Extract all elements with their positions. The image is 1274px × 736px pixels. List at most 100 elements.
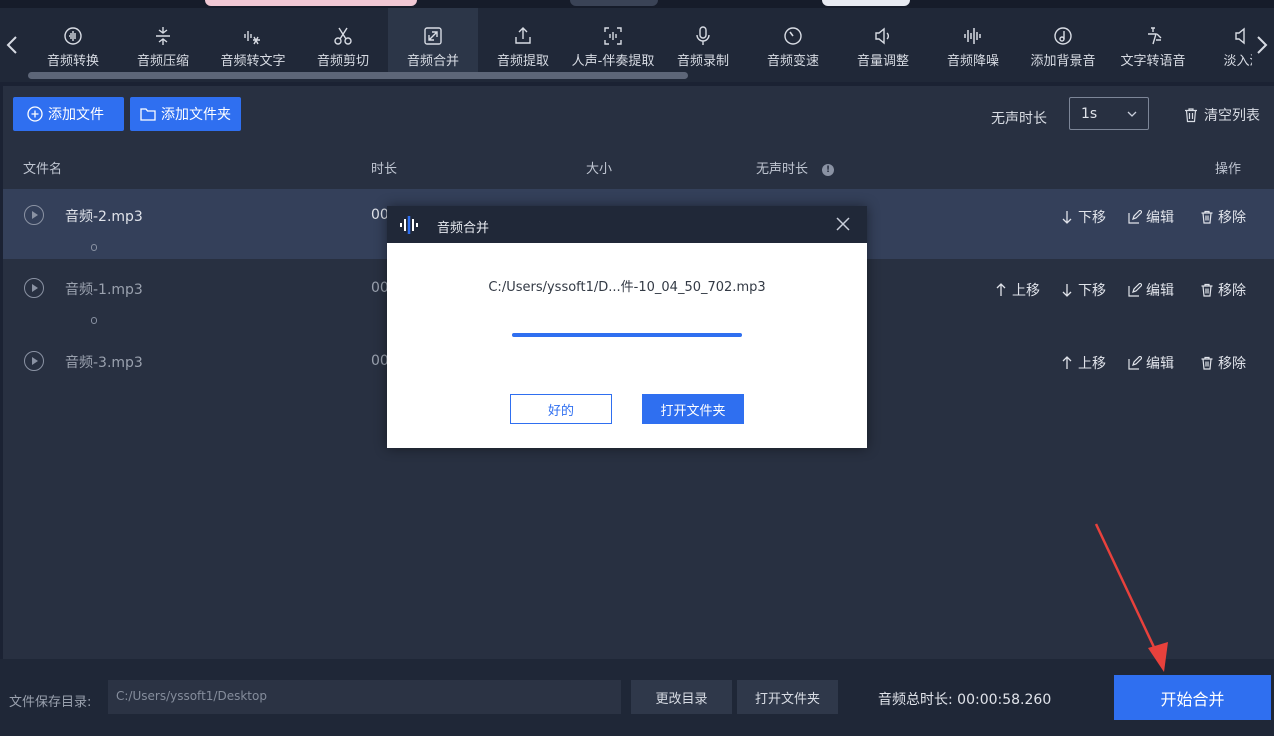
audio-convert-icon <box>64 27 82 45</box>
move-down-button[interactable]: 下移 <box>1060 207 1106 227</box>
tool-add-bgm[interactable]: 添加背景音 <box>1018 8 1108 74</box>
column-header-name: 文件名 <box>23 162 63 177</box>
edit-icon <box>1128 356 1142 370</box>
chevron-left-icon[interactable] <box>2 30 22 60</box>
file-name: 音频-2.mp3 <box>65 209 143 225</box>
dialog-title: 音频合并 <box>437 221 490 236</box>
silence-duration-select[interactable]: 1s <box>1069 97 1149 130</box>
output-file-path: C:/Users/yssoft1/D...件-10_04_50_702.mp3 <box>488 280 766 295</box>
voice-extract-icon <box>604 27 622 45</box>
tool-label: 音频变速 <box>766 54 819 69</box>
tool-audio-cut[interactable]: 音频剪切 <box>298 8 388 74</box>
progress-fill <box>512 333 742 337</box>
table-header: 文件名 时长 大小 无声时长! 操作 <box>3 144 1274 188</box>
total-duration-value: 00:00:58.260 <box>957 692 1052 708</box>
tool-noise-reduce[interactable]: 音频降噪 <box>928 8 1018 74</box>
add-folder-label: 添加文件夹 <box>161 107 231 123</box>
add-folder-button[interactable]: 添加文件夹 <box>130 97 241 131</box>
tool-audio-convert[interactable]: 音频转换 <box>28 8 118 74</box>
remove-label: 移除 <box>1218 283 1246 299</box>
trash-icon <box>1201 210 1213 224</box>
tool-text-to-speech[interactable]: 文字转语音 <box>1108 8 1198 74</box>
dialog-open-folder-button[interactable]: 打开文件夹 <box>642 394 744 424</box>
tool-audio-speed[interactable]: 音频变速 <box>748 8 838 74</box>
progress-bar <box>512 333 742 337</box>
tool-audio-merge[interactable]: 音频合并 <box>388 8 478 74</box>
tool-voice-extract[interactable]: 人声-伴奏提取 <box>568 8 658 74</box>
trash-icon <box>1201 283 1213 297</box>
tool-list: 音频转换 音频压缩 音频转文字 音频剪切 音频合并 音频提取 人声-伴奏提取 音… <box>28 8 1252 74</box>
column-header-size: 大小 <box>586 162 613 177</box>
gap-marker <box>91 244 97 251</box>
clear-list-button[interactable]: 清空列表 <box>1183 105 1260 125</box>
tool-label: 音频转换 <box>46 54 99 69</box>
remove-button[interactable]: 移除 <box>1200 280 1246 300</box>
chevron-down-icon <box>1127 111 1137 117</box>
file-name: 音频-1.mp3 <box>65 282 143 298</box>
move-down-label: 下移 <box>1078 210 1106 226</box>
start-merge-button[interactable]: 开始合并 <box>1114 675 1271 720</box>
move-down-button[interactable]: 下移 <box>1060 280 1106 300</box>
info-icon[interactable]: ! <box>822 164 835 176</box>
tool-label: 淡入淡 <box>1223 54 1252 69</box>
tool-audio-record[interactable]: 音频录制 <box>658 8 748 74</box>
trash-icon <box>1185 108 1197 123</box>
move-up-button[interactable]: 上移 <box>1060 353 1106 373</box>
tool-audio-compress[interactable]: 音频压缩 <box>118 8 208 74</box>
silence-duration-value: 1s <box>1081 105 1098 122</box>
speech-to-text-icon <box>244 31 260 45</box>
ok-button[interactable]: 好的 <box>510 394 612 424</box>
play-icon[interactable] <box>24 278 44 298</box>
tool-label: 添加背景音 <box>1030 54 1096 69</box>
merge-icon <box>424 27 442 45</box>
title-strip-decor-3 <box>822 0 910 6</box>
tool-label: 文字转语音 <box>1120 54 1186 69</box>
play-icon[interactable] <box>24 205 44 225</box>
tool-fade[interactable]: 淡入淡 <box>1198 8 1252 74</box>
file-name: 音频-3.mp3 <box>65 355 143 371</box>
edit-button[interactable]: 编辑 <box>1128 207 1174 227</box>
upload-icon <box>515 27 531 44</box>
save-dir-label: 文件保存目录: <box>9 695 92 710</box>
title-strip-decor <box>205 0 417 6</box>
chevron-right-icon[interactable] <box>1252 30 1272 60</box>
tool-label: 音频合并 <box>406 54 459 69</box>
move-up-button[interactable]: 上移 <box>994 280 1040 300</box>
tool-label: 音频降噪 <box>946 54 999 69</box>
close-icon[interactable] <box>835 216 851 232</box>
remove-button[interactable]: 移除 <box>1200 207 1246 227</box>
edit-label: 编辑 <box>1146 210 1174 226</box>
remove-button[interactable]: 移除 <box>1200 353 1246 373</box>
title-strip <box>0 0 1274 8</box>
change-dir-button[interactable]: 更改目录 <box>631 680 732 714</box>
arrow-down-icon <box>1062 284 1072 297</box>
toolbar-scrollbar[interactable] <box>28 72 688 79</box>
play-icon[interactable] <box>24 351 44 371</box>
tool-label: 音量调整 <box>856 54 909 69</box>
edit-button[interactable]: 编辑 <box>1128 353 1174 373</box>
gap-marker <box>91 317 97 324</box>
column-header-duration: 时长 <box>371 162 398 177</box>
remove-label: 移除 <box>1218 356 1246 372</box>
save-dir-field[interactable]: C:/Users/yssoft1/Desktop <box>108 680 621 714</box>
tool-label: 音频压缩 <box>136 54 189 69</box>
column-header-silence: 无声时长! <box>756 158 835 177</box>
merge-complete-dialog: 音频合并 C:/Users/yssoft1/D...件-10_04_50_702… <box>387 206 867 448</box>
edit-button[interactable]: 编辑 <box>1128 280 1174 300</box>
open-folder-button[interactable]: 打开文件夹 <box>737 680 838 714</box>
move-up-label: 上移 <box>1078 356 1106 372</box>
speed-icon <box>784 27 802 45</box>
waveform-icon <box>964 28 981 44</box>
silence-duration-label: 无声时长 <box>991 111 1047 127</box>
move-down-label: 下移 <box>1078 283 1106 299</box>
column-header-ops: 操作 <box>1215 162 1242 177</box>
edit-icon <box>1128 283 1142 297</box>
add-file-button[interactable]: 添加文件 <box>13 97 124 131</box>
tool-audio-extract[interactable]: 音频提取 <box>478 8 568 74</box>
arrow-up-icon <box>996 283 1006 296</box>
fade-icon <box>1235 27 1245 45</box>
tool-speech-to-text[interactable]: 音频转文字 <box>208 8 298 74</box>
arrow-down-icon <box>1062 211 1072 224</box>
tool-volume-adjust[interactable]: 音量调整 <box>838 8 928 74</box>
column-header-silence-label: 无声时长 <box>756 162 809 177</box>
